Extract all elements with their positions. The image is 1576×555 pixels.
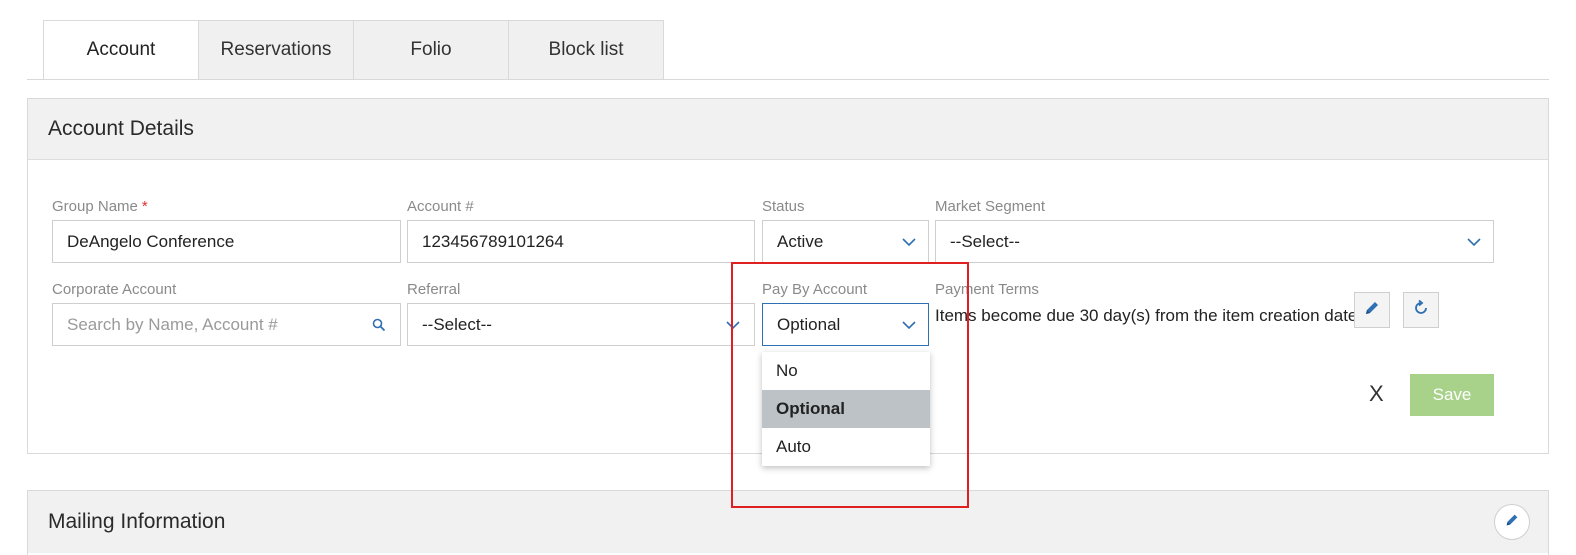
pay-by-account-label: Pay By Account (762, 281, 868, 298)
search-icon[interactable] (372, 317, 386, 332)
mailing-information-header: Mailing Information (28, 491, 1548, 553)
account-number-value: 123456789101264 (422, 231, 564, 251)
edit-mailing-button[interactable] (1494, 504, 1530, 540)
account-details-title: Account Details (28, 99, 1548, 160)
edit-payment-terms-button[interactable] (1354, 292, 1390, 328)
tab-divider (27, 79, 1549, 80)
status-label: Status (762, 198, 805, 215)
mailing-information-title: Mailing Information (48, 510, 226, 533)
market-segment-select[interactable]: --Select-- (935, 220, 1494, 263)
tab-bar: Account Reservations Folio Block list (43, 20, 664, 80)
dropdown-option-auto[interactable]: Auto (762, 428, 930, 466)
group-name-field[interactable]: DeAngelo Conference (52, 220, 401, 263)
refresh-payment-terms-button[interactable] (1403, 292, 1439, 328)
corporate-account-label: Corporate Account (52, 281, 177, 298)
status-select[interactable]: Active (762, 220, 929, 263)
payment-terms-text: Items become due 30 day(s) from the item… (935, 306, 1358, 325)
tab-folio[interactable]: Folio (353, 20, 509, 80)
save-button[interactable]: Save (1410, 374, 1494, 416)
corporate-account-search[interactable]: Search by Name, Account # (52, 303, 401, 346)
payment-terms-label: Payment Terms (935, 281, 1039, 298)
pencil-icon (1504, 510, 1520, 534)
account-number-label: Account # (407, 198, 474, 215)
tab-account[interactable]: Account (43, 20, 199, 80)
chevron-down-icon (902, 237, 916, 247)
tab-reservations[interactable]: Reservations (198, 20, 354, 80)
referral-value: --Select-- (422, 314, 492, 334)
chevron-down-icon (1467, 237, 1481, 247)
corporate-account-placeholder: Search by Name, Account # (67, 314, 278, 334)
market-segment-value: --Select-- (950, 231, 1020, 251)
group-name-value: DeAngelo Conference (67, 231, 235, 251)
pay-by-account-dropdown: No Optional Auto (762, 352, 930, 466)
dropdown-option-no[interactable]: No (762, 352, 930, 390)
market-segment-label: Market Segment (935, 198, 1046, 215)
chevron-down-icon (726, 320, 740, 330)
group-name-label-text: Group Name (52, 198, 138, 215)
account-number-field[interactable]: 123456789101264 (407, 220, 755, 263)
required-marker: * (141, 198, 148, 215)
refresh-icon (1412, 299, 1430, 322)
pencil-icon (1363, 299, 1381, 322)
mailing-information-panel: Mailing Information (27, 490, 1549, 555)
group-name-label: Group Name * (52, 198, 148, 215)
chevron-down-icon (902, 320, 916, 330)
referral-select[interactable]: --Select-- (407, 303, 755, 346)
tab-block-list[interactable]: Block list (508, 20, 664, 80)
cancel-button[interactable]: X (1369, 381, 1384, 407)
pay-by-account-select[interactable]: Optional (762, 303, 929, 346)
referral-label: Referral (407, 281, 461, 298)
dropdown-option-optional[interactable]: Optional (762, 390, 930, 428)
status-value: Active (777, 231, 824, 251)
pay-by-account-value: Optional (777, 314, 841, 334)
